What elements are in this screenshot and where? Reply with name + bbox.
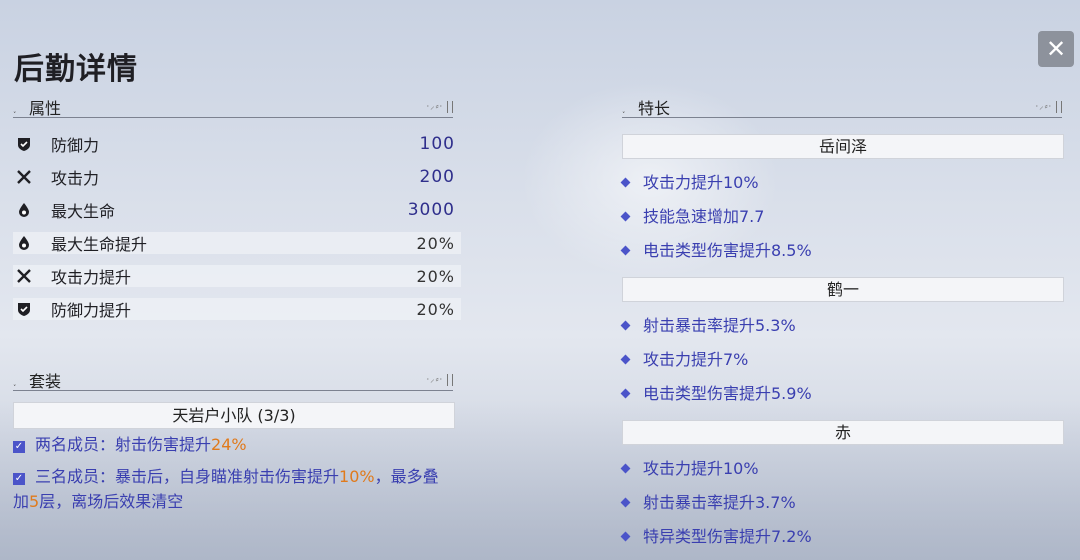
- set-effect-text: 三名成员：暴击后，自身瞄准射击伤害提升: [35, 467, 340, 486]
- set-effect-text: 两名成员：射击伤害提升: [35, 435, 212, 454]
- cross-swords-icon: [13, 166, 35, 188]
- section-end-tick: [447, 374, 453, 386]
- attribute-label: 防御力提升: [51, 301, 132, 320]
- specialty-skill: 射击暴击率提升3.7%: [620, 492, 796, 514]
- section-deco: ⸱⸝⸗⸱: [426, 375, 443, 385]
- attribute-row: 最大生命提升 20%: [13, 232, 461, 254]
- attribute-label: 攻击力: [51, 169, 100, 188]
- close-button[interactable]: ✕: [1038, 31, 1074, 67]
- specialty-skill: 攻击力提升10%: [620, 172, 759, 194]
- attribute-label: 防御力: [51, 136, 100, 155]
- diamond-bullet-icon: [620, 354, 631, 365]
- section-tick-icon: ˯: [13, 103, 17, 114]
- attribute-row: 最大生命 3000: [13, 199, 461, 221]
- specialty-skill-text: 攻击力提升10%: [643, 459, 759, 478]
- cross-swords-icon: [13, 265, 35, 287]
- set-section-header: ˯ 套装 ⸱⸝⸗⸱: [13, 368, 453, 391]
- diamond-bullet-icon: [620, 245, 631, 256]
- attributes-section-label: 属性: [29, 99, 62, 118]
- specialty-section-label: 特长: [638, 99, 671, 118]
- specialty-character-name: 鹤一: [622, 277, 1064, 302]
- set-effect-highlight: 24%: [211, 435, 247, 454]
- set-section-label: 套装: [29, 372, 62, 391]
- diamond-bullet-icon: [620, 320, 631, 331]
- section-end-tick: [1056, 101, 1062, 113]
- attribute-row: 防御力提升 20%: [13, 298, 461, 320]
- specialty-skill: 电击类型伤害提升8.5%: [620, 240, 812, 262]
- diamond-bullet-icon: [620, 211, 631, 222]
- section-end-tick: [447, 101, 453, 113]
- specialty-skill: 电击类型伤害提升5.9%: [620, 383, 812, 405]
- diamond-bullet-icon: [620, 497, 631, 508]
- set-effect-text-after: 层，离场后效果清空: [39, 492, 184, 511]
- diamond-bullet-icon: [620, 463, 631, 474]
- attribute-row: 攻击力提升 20%: [13, 265, 461, 287]
- section-tick-icon: ˯: [622, 103, 626, 114]
- specialty-skill-text: 电击类型伤害提升8.5%: [643, 241, 812, 260]
- attribute-value: 20%: [416, 233, 455, 253]
- checkbox-icon: ✓: [13, 473, 25, 485]
- specialty-skill: 攻击力提升10%: [620, 458, 759, 480]
- drop-icon: [13, 199, 35, 221]
- specialty-character-name: 赤: [622, 420, 1064, 445]
- specialty-character-name: 岳间泽: [622, 134, 1064, 159]
- specialty-skill: 射击暴击率提升5.3%: [620, 315, 796, 337]
- section-tick-icon: ˯: [13, 376, 17, 387]
- set-effect-2pc: ✓ 两名成员：射击伤害提升24%: [13, 432, 453, 457]
- section-deco: ⸱⸝⸗⸱: [426, 102, 443, 112]
- attribute-value: 200: [419, 167, 455, 187]
- checkbox-icon: ✓: [13, 441, 25, 453]
- attribute-value: 20%: [416, 299, 455, 319]
- attributes-section-header: ˯ 属性 ⸱⸝⸗⸱: [13, 95, 453, 118]
- specialty-skill-text: 电击类型伤害提升5.9%: [643, 384, 812, 403]
- attribute-value: 100: [419, 134, 455, 154]
- specialty-skill-text: 攻击力提升7%: [643, 350, 749, 369]
- specialty-skill: 特异类型伤害提升7.2%: [620, 526, 812, 548]
- attribute-value: 20%: [416, 266, 455, 286]
- shield-icon: [13, 133, 35, 155]
- set-name-bar: 天岩户小队 (3/3): [13, 402, 455, 429]
- page-title: 后勤详情: [14, 52, 138, 87]
- specialty-skill-text: 射击暴击率提升3.7%: [643, 493, 796, 512]
- specialty-skill: 技能急速增加7.7: [620, 206, 765, 228]
- section-deco: ⸱⸝⸗⸱: [1035, 102, 1052, 112]
- attribute-label: 攻击力提升: [51, 268, 132, 287]
- attribute-label: 最大生命提升: [51, 235, 148, 254]
- attribute-label: 最大生命: [51, 202, 116, 221]
- set-effect-highlight-stacks: 5: [29, 492, 40, 511]
- drop-icon: [13, 232, 35, 254]
- diamond-bullet-icon: [620, 531, 631, 542]
- set-effect-3pc: ✓ 三名成员：暴击后，自身瞄准射击伤害提升10%，最多叠加5层，离场后效果清空: [13, 464, 453, 514]
- specialty-skill-text: 特异类型伤害提升7.2%: [643, 527, 812, 546]
- specialty-section-header: ˯ 特长 ⸱⸝⸗⸱: [622, 95, 1062, 118]
- specialty-skill-text: 射击暴击率提升5.3%: [643, 316, 796, 335]
- specialty-skill-text: 攻击力提升10%: [643, 173, 759, 192]
- attribute-row: 攻击力 200: [13, 166, 461, 188]
- attribute-row: 防御力 100: [13, 133, 461, 155]
- specialty-skill: 攻击力提升7%: [620, 349, 749, 371]
- set-effect-highlight: 10%: [339, 467, 375, 486]
- specialty-skill-text: 技能急速增加7.7: [643, 207, 765, 226]
- diamond-bullet-icon: [620, 388, 631, 399]
- diamond-bullet-icon: [620, 177, 631, 188]
- attribute-value: 3000: [407, 200, 455, 220]
- shield-icon: [13, 298, 35, 320]
